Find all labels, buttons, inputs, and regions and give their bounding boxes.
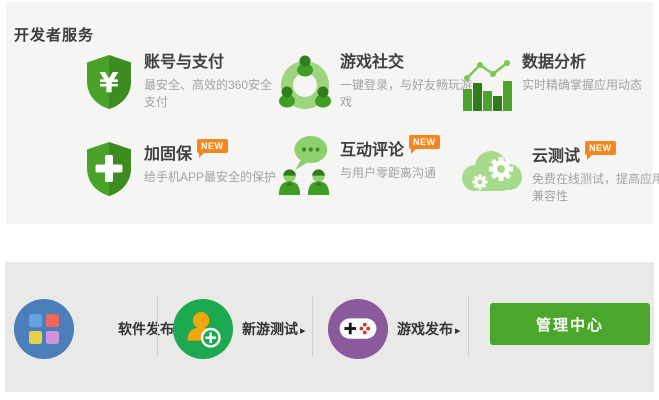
cloud-gears-icon bbox=[458, 138, 526, 205]
divider bbox=[312, 295, 313, 357]
arrow-right-icon: ▸ bbox=[455, 325, 461, 337]
social-ring-icon bbox=[276, 54, 334, 112]
service-item-account-payment[interactable]: ¥ 账号与支付 最安全、高效的360安全支付 bbox=[80, 54, 278, 111]
service-item-data-analysis[interactable]: 数据分析 实时精确掌握应用动态 bbox=[458, 54, 656, 112]
service-description: 给手机APP最安全的保护 bbox=[144, 169, 280, 186]
page-title: 开发者服务 bbox=[14, 24, 94, 45]
service-description: 与用户零距离沟通 bbox=[340, 165, 476, 182]
svg-text:¥: ¥ bbox=[99, 66, 119, 99]
new-game-test-icon[interactable] bbox=[172, 298, 234, 360]
service-title: 互动评论 bbox=[340, 142, 404, 160]
service-item-game-social[interactable]: 游戏社交 一键登录，与好友畅玩游戏 bbox=[276, 54, 474, 112]
game-release-icon[interactable] bbox=[327, 298, 389, 360]
shield-yen-icon: ¥ bbox=[80, 54, 138, 111]
quick-link-label: 软件发布 bbox=[118, 321, 174, 337]
divider bbox=[468, 295, 469, 357]
quick-link-game-release[interactable]: 游戏发布▸ bbox=[397, 320, 461, 340]
bar-chart-icon bbox=[458, 54, 516, 112]
quick-link-label: 新游测试 bbox=[242, 321, 298, 337]
quick-link-bar: 软件发布▸ 新游测试▸ 游戏发布▸ 管理中心 bbox=[5, 262, 654, 392]
service-description: 最安全、高效的360安全支付 bbox=[144, 77, 280, 111]
quick-link-new-game-test[interactable]: 新游测试▸ bbox=[242, 320, 306, 340]
arrow-right-icon: ▸ bbox=[300, 325, 306, 337]
quick-link-label: 游戏发布 bbox=[397, 321, 453, 337]
service-item-comments[interactable]: 互动评论 NEW 与用户零距离沟通 bbox=[276, 132, 474, 198]
new-badge: NEW bbox=[197, 139, 228, 153]
service-description: 实时精确掌握应用动态 bbox=[522, 77, 658, 94]
service-item-cloud-test[interactable]: 云测试 NEW 免费在线测试，提高应用兼容性 bbox=[458, 138, 656, 205]
new-badge: NEW bbox=[585, 141, 616, 155]
divider bbox=[157, 295, 158, 357]
software-release-icon[interactable] bbox=[13, 298, 75, 360]
service-description: 免费在线测试，提高应用兼容性 bbox=[532, 171, 659, 205]
service-item-reinforce[interactable]: 加固保 NEW 给手机APP最安全的保护 bbox=[80, 136, 278, 198]
service-description: 一键登录，与好友畅玩游戏 bbox=[340, 77, 476, 111]
comments-icon bbox=[276, 132, 334, 198]
service-title: 数据分析 bbox=[522, 54, 586, 72]
shield-plus-icon bbox=[80, 136, 138, 198]
service-title: 游戏社交 bbox=[340, 54, 404, 72]
service-title: 加固保 bbox=[144, 146, 192, 164]
developer-services-card: 开发者服务 ¥ 账号与支付 最安全、高效的360安全支付 bbox=[6, 2, 653, 224]
service-title: 账号与支付 bbox=[144, 54, 224, 72]
management-center-button[interactable]: 管理中心 bbox=[490, 303, 650, 345]
service-title: 云测试 bbox=[532, 148, 580, 166]
new-badge: NEW bbox=[409, 135, 440, 149]
